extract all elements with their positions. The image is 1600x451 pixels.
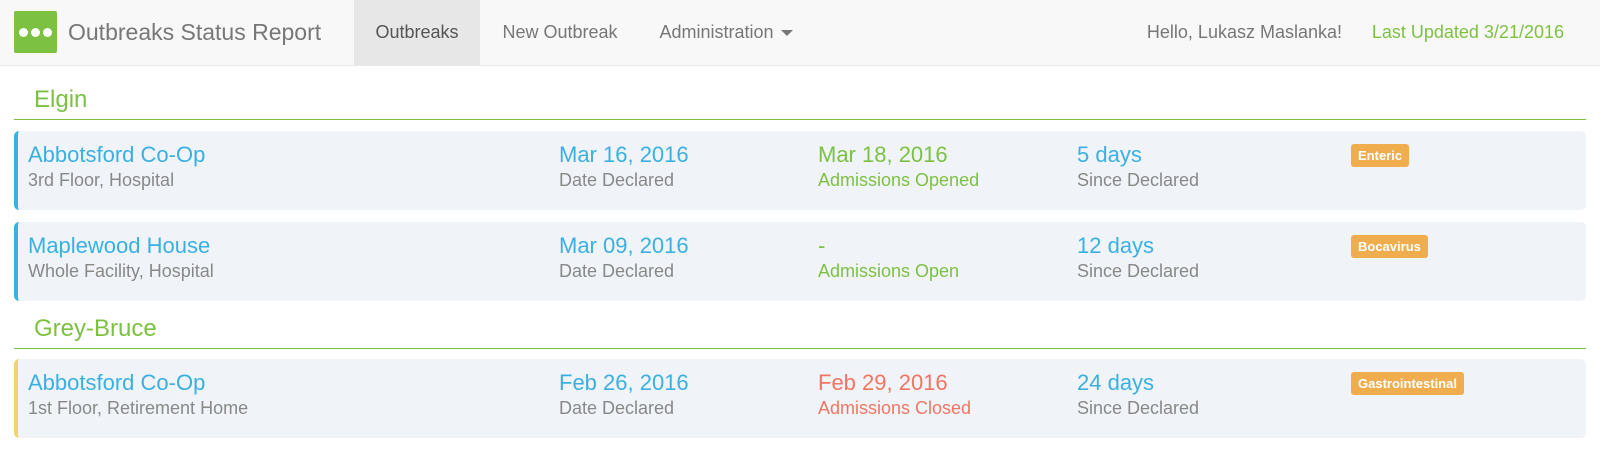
user-greeting[interactable]: Hello, Lukasz Maslanka! (1147, 0, 1342, 64)
admissions-date: Feb 29, 2016 (818, 370, 948, 395)
caret-down-icon (780, 30, 793, 37)
facility-location: 1st Floor, Retirement Home (28, 398, 249, 418)
declared-label: Date Declared (559, 261, 675, 281)
tag-cell: Bocavirus (1351, 235, 1428, 258)
facility-location: 3rd Floor, Hospital (28, 170, 175, 190)
outbreak-row[interactable]: Abbotsford Co-Op 3rd Floor, Hospital Mar… (14, 131, 1586, 210)
facility-cell: Abbotsford Co-Op 3rd Floor, Hospital (28, 142, 205, 191)
pathogen-tag: Enteric (1351, 144, 1410, 167)
declared-label: Date Declared (559, 170, 675, 190)
region-heading: Elgin (14, 66, 1586, 120)
facility-name[interactable]: Maplewood House (28, 233, 214, 259)
navbar: Outbreaks Status Report Outbreaks New Ou… (0, 0, 1600, 66)
declared-cell: Mar 16, 2016 Date Declared (559, 142, 689, 191)
region-heading: Grey-Bruce (14, 295, 1586, 349)
tag-cell: Enteric (1351, 144, 1410, 167)
admissions-date: Mar 18, 2016 (818, 142, 948, 167)
last-updated: Last Updated 3/21/2016 (1371, 22, 1564, 42)
days-since-label: Since Declared (1077, 398, 1200, 418)
outbreak-row[interactable]: Abbotsford Co-Op 1st Floor, Retirement H… (14, 359, 1586, 438)
since-cell: 12 days Since Declared (1077, 233, 1199, 282)
facility-cell: Maplewood House Whole Facility, Hospital (28, 233, 214, 282)
declared-label: Date Declared (559, 398, 675, 418)
since-cell: 5 days Since Declared (1077, 142, 1199, 191)
admissions-cell: Feb 29, 2016 Admissions Closed (818, 370, 971, 419)
facility-name[interactable]: Abbotsford Co-Op (28, 370, 248, 396)
declared-date: Mar 09, 2016 (559, 233, 689, 258)
facility-location: Whole Facility, Hospital (28, 261, 214, 281)
tag-cell: Gastrointestinal (1351, 372, 1464, 395)
admissions-cell: Mar 18, 2016 Admissions Opened (818, 142, 979, 191)
region-name: Grey-Bruce (34, 315, 157, 342)
facility-cell: Abbotsford Co-Op 1st Floor, Retirement H… (28, 370, 248, 419)
admissions-status: Admissions Open (818, 261, 960, 281)
facility-name[interactable]: Abbotsford Co-Op (28, 142, 205, 168)
region-name: Elgin (34, 86, 88, 113)
declared-date: Feb 26, 2016 (559, 370, 689, 395)
admissions-status: Admissions Opened (818, 170, 980, 190)
nav-administration[interactable]: Administration (640, 0, 812, 65)
admissions-status: Admissions Closed (818, 398, 972, 418)
declared-date: Mar 16, 2016 (559, 142, 689, 167)
brand[interactable]: Outbreaks Status Report (14, 11, 321, 53)
admissions-cell: - Admissions Open (818, 233, 959, 282)
declared-cell: Feb 26, 2016 Date Declared (559, 370, 689, 419)
nav-outbreaks[interactable]: Outbreaks (354, 0, 480, 65)
pathogen-tag: Gastrointestinal (1351, 372, 1464, 395)
outbreak-row[interactable]: Maplewood House Whole Facility, Hospital… (14, 222, 1586, 301)
declared-cell: Mar 09, 2016 Date Declared (559, 233, 689, 282)
brand-name: Outbreaks Status Report (68, 18, 322, 45)
nav-new-outbreak[interactable]: New Outbreak (480, 0, 640, 65)
days-since-label: Since Declared (1077, 170, 1200, 190)
days-since-value: 24 days (1077, 370, 1155, 395)
pathogen-tag: Bocavirus (1351, 235, 1428, 258)
since-cell: 24 days Since Declared (1077, 370, 1199, 419)
three-dots-icon (14, 11, 57, 53)
nav-administration-label: Administration (659, 22, 774, 42)
admissions-date: - (818, 233, 826, 258)
days-since-value: 5 days (1077, 142, 1142, 167)
days-since-value: 12 days (1077, 233, 1155, 258)
days-since-label: Since Declared (1077, 261, 1200, 281)
